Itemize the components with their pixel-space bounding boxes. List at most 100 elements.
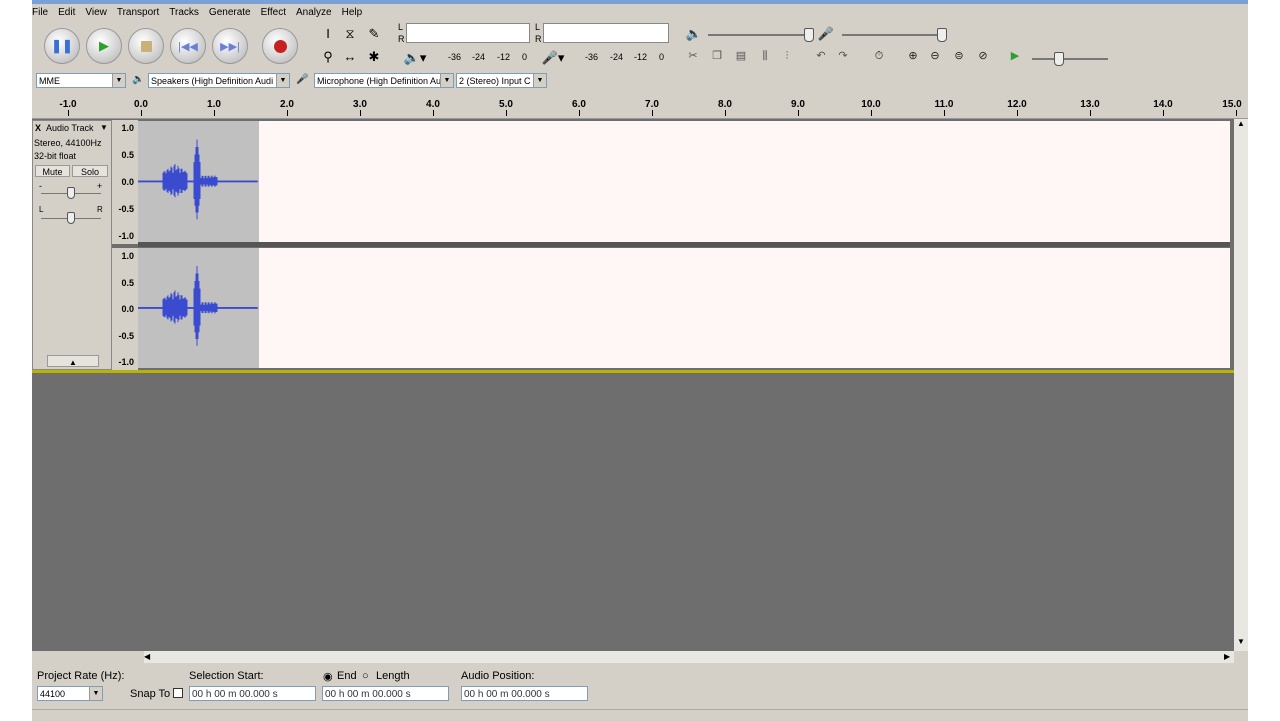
redo-button[interactable]: ↷ <box>834 48 852 64</box>
track-close-button[interactable]: X <box>35 123 41 133</box>
skip-to-start-button[interactable]: |◀◀ <box>170 28 206 64</box>
menu-edit[interactable]: Edit <box>53 5 80 21</box>
playback-meter-menu[interactable]: 🔈▾ <box>398 48 432 68</box>
menu-effect[interactable]: Effect <box>256 5 291 21</box>
menu-view[interactable]: View <box>80 5 112 21</box>
copy-icon: ❐ <box>712 50 722 62</box>
play-button[interactable]: ▶ <box>86 28 122 64</box>
mute-button[interactable]: Mute <box>35 165 70 177</box>
paste-button[interactable]: ▤ <box>732 48 750 64</box>
cut-button[interactable]: ✂ <box>684 48 702 64</box>
vertical-scrollbar[interactable]: ▲ ▼ <box>1234 119 1248 651</box>
draw-tool[interactable]: ✎ <box>364 24 384 44</box>
selection-tool[interactable]: I <box>318 24 338 44</box>
project-rate-select[interactable]: 44100 ▼ <box>37 686 103 701</box>
amplitude-label: 1.0 <box>121 251 134 261</box>
trim-button[interactable]: ⫼ <box>756 48 774 64</box>
play-speed-thumb[interactable] <box>1054 52 1064 66</box>
title-bar-edge <box>32 0 1248 4</box>
audio-position-time[interactable]: 00 h 00 m 00.000 s <box>461 686 588 701</box>
zoom-tool[interactable]: ⚲ <box>318 47 338 67</box>
record-meter[interactable] <box>543 23 669 43</box>
fit-selection-button[interactable]: ⊜ <box>950 48 968 64</box>
playback-meter[interactable] <box>406 23 530 43</box>
amplitude-label: -0.5 <box>118 204 134 214</box>
desktop-margin-right <box>1248 0 1280 720</box>
timeshift-tool[interactable]: ↔ <box>340 47 360 67</box>
gain-thumb[interactable] <box>67 187 75 199</box>
ruler-tick <box>68 110 69 116</box>
recording-device-select[interactable]: Microphone (High Definition Au ▼ <box>314 73 454 88</box>
menu-file[interactable]: File <box>32 5 53 21</box>
audio-position-label: Audio Position: <box>461 670 535 682</box>
ruler-label: 3.0 <box>353 99 367 110</box>
input-channels-value: 2 (Stereo) Input C <box>459 76 531 86</box>
envelope-tool[interactable]: ⧖ <box>340 24 360 44</box>
horizontal-scrollbar[interactable]: ◀ ▶ <box>144 651 1234 663</box>
audio-host-select[interactable]: MME ▼ <box>36 73 126 88</box>
selection-start-time[interactable]: 00 h 00 m 00.000 s <box>189 686 316 701</box>
zoom-out-button[interactable]: ⊖ <box>926 48 944 64</box>
ruler-label: 10.0 <box>861 99 881 110</box>
track-panel: X Audio Track ▼ Stereo, 44100Hz 32-bit f… <box>32 119 1234 651</box>
menu-analyze[interactable]: Analyze <box>291 5 337 21</box>
copy-button[interactable]: ❐ <box>708 48 726 64</box>
output-volume-slider[interactable] <box>708 34 808 36</box>
length-radio[interactable]: ○ <box>362 670 369 682</box>
waveform-right-svg <box>138 266 258 346</box>
output-volume-thumb[interactable] <box>804 28 814 42</box>
ruler-label: 14.0 <box>1153 99 1173 110</box>
record-meter-menu[interactable]: 🎤▾ <box>536 48 570 68</box>
menu-transport[interactable]: Transport <box>112 5 164 21</box>
ruler-label: 2.0 <box>280 99 294 110</box>
collapse-track-button[interactable]: ▲ <box>47 355 99 367</box>
rec-meter-right-label: R <box>535 34 542 44</box>
silence-button[interactable]: ⫶ <box>778 48 796 64</box>
end-label: End <box>337 670 357 682</box>
selection-start-label: Selection Start: <box>189 670 264 682</box>
amplitude-label: 0.0 <box>121 304 134 314</box>
fit-project-button[interactable]: ⊘ <box>974 48 992 64</box>
scroll-right-icon[interactable]: ▶ <box>1224 652 1230 661</box>
pan-thumb[interactable] <box>67 212 75 224</box>
playback-device-select[interactable]: Speakers (High Definition Audi ▼ <box>148 73 290 88</box>
menu-help[interactable]: Help <box>337 5 368 21</box>
ruler-tick <box>360 110 361 116</box>
stop-button[interactable] <box>128 28 164 64</box>
scroll-left-icon[interactable]: ◀ <box>144 652 150 661</box>
chevron-down-icon: ▼ <box>276 74 289 87</box>
zoom-in-button[interactable]: ⊕ <box>904 48 922 64</box>
chevron-down-icon[interactable]: ▼ <box>100 123 108 132</box>
menu-generate[interactable]: Generate <box>204 5 256 21</box>
timeline-ruler[interactable]: -1.0 0.0 1.0 2.0 3.0 4.0 5.0 6.0 7.0 8.0 9.0 10.0 11… <box>32 94 1248 119</box>
redo-icon: ↷ <box>838 50 848 62</box>
input-volume-slider[interactable] <box>842 34 942 36</box>
multi-tool[interactable]: ✱ <box>364 47 384 67</box>
skip-to-end-button[interactable]: ▶▶| <box>212 28 248 64</box>
ruler-label: -1.0 <box>59 99 77 110</box>
scroll-up-icon[interactable]: ▲ <box>1237 119 1245 128</box>
track-name-menu[interactable]: Audio Track <box>46 123 94 133</box>
play-speed-slider[interactable] <box>1032 58 1108 60</box>
scroll-down-icon[interactable]: ▼ <box>1237 637 1245 646</box>
pause-button[interactable]: ❚❚ <box>44 28 80 64</box>
snap-to-checkbox[interactable] <box>173 688 183 698</box>
undo-button[interactable]: ↶ <box>812 48 830 64</box>
pause-icon: ❚❚ <box>51 38 73 53</box>
speaker-icon: 🔈▾ <box>403 50 427 65</box>
ruler-label: 13.0 <box>1080 99 1100 110</box>
play-meter-right-label: R <box>398 34 405 44</box>
input-channels-select[interactable]: 2 (Stereo) Input C ▼ <box>456 73 547 88</box>
solo-button[interactable]: Solo <box>72 165 108 177</box>
ruler-tick <box>287 110 288 116</box>
play-icon: ▶ <box>99 38 109 53</box>
play-at-speed-button[interactable]: ▶ <box>1006 48 1024 64</box>
record-button[interactable] <box>262 28 298 64</box>
sync-lock-button[interactable]: ⏱ <box>870 48 888 64</box>
waveform-left-channel[interactable] <box>138 121 1230 242</box>
selection-end-time[interactable]: 00 h 00 m 00.000 s <box>322 686 449 701</box>
end-radio[interactable]: ◉ <box>323 670 333 683</box>
menu-tracks[interactable]: Tracks <box>164 5 204 21</box>
input-volume-thumb[interactable] <box>937 28 947 42</box>
waveform-right-channel[interactable] <box>138 248 1230 368</box>
